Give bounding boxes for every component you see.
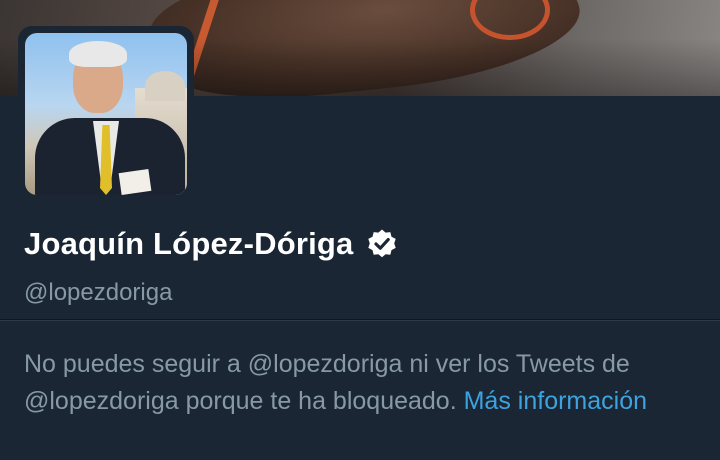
avatar-paper bbox=[118, 169, 152, 195]
profile-name-row: Joaquín López-Dóriga bbox=[24, 226, 398, 262]
more-info-link[interactable]: Más información bbox=[464, 387, 647, 415]
avatar-background-dome bbox=[145, 71, 185, 101]
avatar-hair bbox=[69, 41, 127, 67]
profile-handle: @lopezdoriga bbox=[24, 279, 173, 306]
verified-badge-icon bbox=[366, 228, 398, 260]
avatar[interactable] bbox=[25, 33, 187, 195]
blocked-notice: No puedes seguir a @lopezdoriga ni ver l… bbox=[24, 346, 704, 420]
section-divider bbox=[0, 319, 720, 321]
profile-page: Joaquín López-Dóriga @lopezdoriga No pue… bbox=[0, 0, 720, 460]
profile-display-name: Joaquín López-Dóriga bbox=[24, 226, 354, 261]
